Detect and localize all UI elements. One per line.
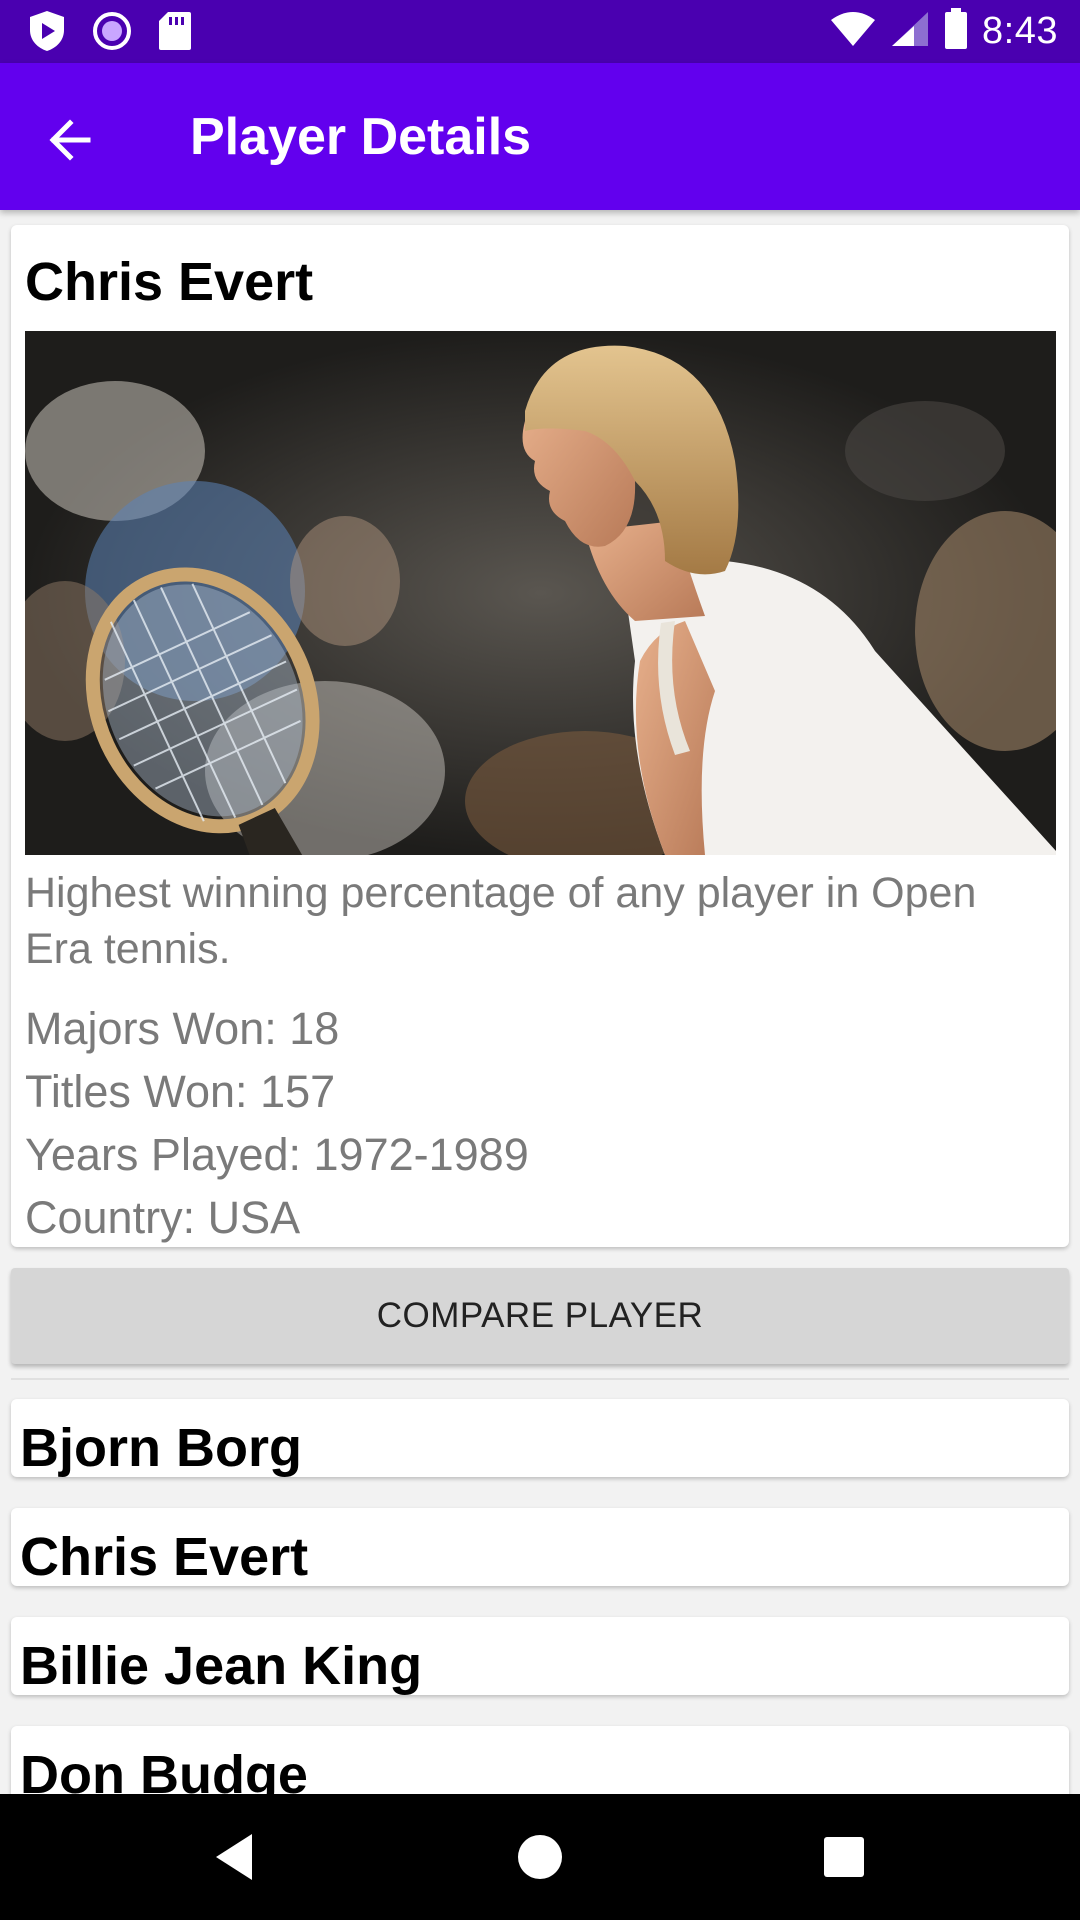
- player-list-item[interactable]: Chris Evert: [11, 1508, 1069, 1586]
- player-list-name: Chris Evert: [20, 1527, 309, 1586]
- clock: 8:43: [982, 10, 1058, 52]
- record-icon: [92, 11, 132, 56]
- back-button[interactable]: [38, 105, 108, 175]
- player-list-item[interactable]: Billie Jean King: [11, 1617, 1069, 1695]
- nav-home-button[interactable]: [507, 1824, 573, 1890]
- arrow-back-icon: [49, 119, 91, 161]
- player-detail-card: Chris Evert Highest winning percentage o…: [11, 225, 1069, 1247]
- play-protect-icon: [28, 10, 66, 57]
- player-list-name: Don Budge: [20, 1745, 308, 1794]
- stat-years-played: Years Played: 1972-1989: [25, 1129, 529, 1180]
- wifi-icon: [830, 10, 876, 53]
- nav-back-button[interactable]: [202, 1824, 268, 1890]
- page-title: Player Details: [190, 108, 532, 166]
- player-list-item[interactable]: Don Budge: [11, 1726, 1069, 1794]
- battery-icon: [944, 8, 968, 55]
- stat-country: Country: USA: [25, 1192, 301, 1243]
- app-bar: Player Details: [0, 63, 1080, 210]
- signal-icon: [890, 10, 930, 53]
- nav-recents-button[interactable]: [811, 1824, 877, 1890]
- player-list-name: Bjorn Borg: [20, 1418, 302, 1477]
- stat-majors-won: Majors Won: 18: [25, 1003, 340, 1054]
- status-bar: 8:43: [0, 0, 1080, 63]
- player-list-name: Billie Jean King: [20, 1636, 423, 1695]
- player-photo: [25, 331, 1056, 855]
- status-right-icons: 8:43: [830, 8, 1058, 55]
- stat-titles-won: Titles Won: 157: [25, 1066, 336, 1117]
- status-left-icons: [28, 10, 192, 57]
- player-stats: Majors Won: 18 Titles Won: 157 Years Pla…: [25, 997, 529, 1249]
- player-list-item[interactable]: Bjorn Borg: [11, 1399, 1069, 1477]
- content-scroll[interactable]: Chris Evert Highest winning percentage o…: [0, 210, 1080, 1794]
- sd-card-icon: [158, 11, 192, 56]
- navigation-bar: [0, 1794, 1080, 1920]
- divider: [11, 1378, 1069, 1380]
- home-circle-icon: [518, 1835, 562, 1879]
- player-description: Highest winning percentage of any player…: [25, 869, 977, 973]
- player-name: Chris Evert: [25, 252, 314, 312]
- back-triangle-icon: [216, 1834, 252, 1880]
- compare-player-button[interactable]: COMPARE PLAYER: [11, 1268, 1069, 1364]
- recents-square-icon: [824, 1837, 864, 1877]
